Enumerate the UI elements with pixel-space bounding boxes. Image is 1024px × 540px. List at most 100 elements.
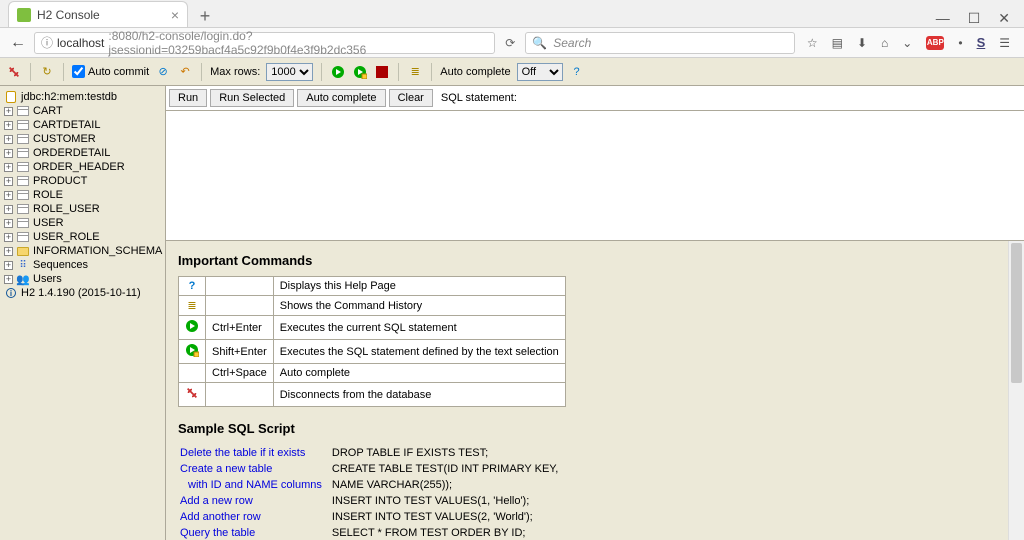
run-selected-button[interactable]: Run Selected bbox=[210, 89, 294, 107]
menu-icon[interactable]: ☰ bbox=[999, 36, 1010, 50]
sequences-icon: ⠿ bbox=[16, 259, 30, 271]
scrollbar[interactable] bbox=[1008, 241, 1024, 540]
table-icon bbox=[17, 190, 29, 200]
auto-complete-button[interactable]: Auto complete bbox=[297, 89, 385, 107]
expand-icon[interactable]: + bbox=[4, 121, 13, 130]
browser-tab-strip: H2 Console × + — ☐ ✕ bbox=[0, 0, 1024, 28]
minimize-icon[interactable]: — bbox=[936, 10, 950, 27]
auto-commit-checkbox[interactable]: Auto commit bbox=[72, 65, 149, 78]
command-row: Ctrl+SpaceAuto complete bbox=[179, 364, 566, 383]
tree-table[interactable]: +CUSTOMER bbox=[2, 132, 163, 146]
auto-complete-select[interactable]: Off bbox=[517, 63, 563, 81]
tree-table[interactable]: +USER bbox=[2, 216, 163, 230]
scrollbar-thumb[interactable] bbox=[1011, 243, 1022, 383]
separator bbox=[30, 63, 31, 81]
expand-icon[interactable]: + bbox=[4, 219, 13, 228]
users-icon: 👥 bbox=[16, 273, 30, 285]
tree-table[interactable]: +PRODUCT bbox=[2, 174, 163, 188]
run-selected-icon[interactable] bbox=[352, 64, 368, 80]
tree-version-label: H2 1.4.190 (2015-10-11) bbox=[21, 287, 141, 299]
tree-table[interactable]: +USER_ROLE bbox=[2, 230, 163, 244]
refresh-icon[interactable]: ↻ bbox=[39, 64, 55, 80]
back-button[interactable]: ← bbox=[6, 31, 30, 55]
stop-icon[interactable] bbox=[374, 64, 390, 80]
expand-icon[interactable]: + bbox=[4, 163, 13, 172]
sample-link[interactable]: Add another row bbox=[180, 511, 261, 523]
pocket-icon[interactable]: ⌄ bbox=[902, 36, 912, 50]
library-icon[interactable]: ▤ bbox=[832, 36, 843, 50]
tree-version[interactable]: i H2 1.4.190 (2015-10-11) bbox=[2, 286, 163, 300]
run-button[interactable]: Run bbox=[169, 89, 207, 107]
url-bar[interactable]: ⓘ localhost:8080/h2-console/login.do?jse… bbox=[34, 32, 495, 54]
tree-table[interactable]: +ORDER_HEADER bbox=[2, 160, 163, 174]
browser-search[interactable]: 🔍 Search bbox=[525, 32, 795, 54]
tree-sequences[interactable]: + ⠿ Sequences bbox=[2, 258, 163, 272]
tree-table[interactable]: +CART bbox=[2, 104, 163, 118]
sample-link[interactable]: Delete the table if it exists bbox=[180, 447, 305, 459]
sample-link[interactable]: Add a new row bbox=[180, 495, 253, 507]
browser-toolbar-icons: ☆ ▤ ⬇ ⌂ ⌄ ABP • S ☰ bbox=[799, 35, 1018, 50]
expand-icon[interactable]: + bbox=[4, 261, 13, 270]
command-icon[interactable]: ≣ bbox=[179, 296, 206, 316]
tree-table[interactable]: + ORDERDETAIL bbox=[2, 146, 163, 160]
download-icon[interactable]: ⬇ bbox=[857, 36, 867, 50]
disconnect-icon[interactable] bbox=[6, 64, 22, 80]
sample-row: with ID and NAME columns NAME VARCHAR(25… bbox=[180, 478, 568, 492]
home-icon[interactable]: ⌂ bbox=[881, 36, 888, 50]
expand-icon[interactable]: + bbox=[4, 177, 13, 186]
table-icon bbox=[17, 218, 29, 228]
help-icon[interactable]: ? bbox=[569, 64, 585, 80]
command-icon[interactable] bbox=[179, 364, 206, 383]
tree-table[interactable]: +ROLE bbox=[2, 188, 163, 202]
tree-schema[interactable]: + INFORMATION_SCHEMA bbox=[2, 244, 163, 258]
dot-icon[interactable]: • bbox=[958, 36, 962, 50]
tree-users[interactable]: + 👥 Users bbox=[2, 272, 163, 286]
command-row: Ctrl+EnterExecutes the current SQL state… bbox=[179, 316, 566, 340]
expand-icon[interactable]: + bbox=[4, 107, 13, 116]
bookmark-icon[interactable]: ☆ bbox=[807, 36, 818, 50]
sql-editor[interactable] bbox=[166, 111, 1024, 241]
commands-table: ?Displays this Help Page≣Shows the Comma… bbox=[178, 276, 566, 407]
expand-icon[interactable]: + bbox=[4, 247, 13, 256]
table-icon bbox=[17, 204, 29, 214]
info-icon[interactable]: ⓘ bbox=[41, 34, 53, 51]
expand-icon[interactable]: + bbox=[4, 191, 13, 200]
refresh-button[interactable]: ⟳ bbox=[499, 36, 521, 50]
commit-icon[interactable]: ⊘ bbox=[155, 64, 171, 80]
command-icon[interactable] bbox=[179, 316, 206, 340]
close-window-icon[interactable]: ✕ bbox=[998, 10, 1010, 27]
abp-icon[interactable]: ABP bbox=[926, 36, 944, 50]
clear-button[interactable]: Clear bbox=[389, 89, 433, 107]
sample-row: Delete the table if it existsDROP TABLE … bbox=[180, 446, 568, 460]
tree-schema-label: INFORMATION_SCHEMA bbox=[33, 245, 162, 257]
tab-title: H2 Console bbox=[37, 8, 100, 22]
run-icon[interactable] bbox=[330, 64, 346, 80]
browser-tab[interactable]: H2 Console × bbox=[8, 1, 188, 27]
command-icon[interactable]: ? bbox=[179, 277, 206, 296]
s-extension-icon[interactable]: S bbox=[977, 35, 986, 50]
maximize-icon[interactable]: ☐ bbox=[968, 10, 981, 27]
tree-table[interactable]: +ROLE_USER bbox=[2, 202, 163, 216]
sample-link[interactable]: Query the table bbox=[180, 527, 255, 539]
history-icon[interactable]: ≣ bbox=[407, 64, 423, 80]
sample-link[interactable]: Create a new table bbox=[180, 463, 272, 475]
command-icon[interactable] bbox=[179, 340, 206, 364]
expand-icon[interactable]: + bbox=[4, 135, 13, 144]
auto-commit-input[interactable] bbox=[72, 65, 85, 78]
folder-icon bbox=[17, 247, 29, 256]
close-icon[interactable]: × bbox=[171, 7, 179, 23]
expand-icon[interactable]: + bbox=[4, 149, 13, 158]
tree-table-label: ORDERDETAIL bbox=[33, 147, 110, 159]
sample-table: Delete the table if it existsDROP TABLE … bbox=[178, 444, 570, 540]
tree-table[interactable]: +CARTDETAIL bbox=[2, 118, 163, 132]
expand-icon[interactable]: + bbox=[4, 275, 13, 284]
tree-db[interactable]: jdbc:h2:mem:testdb bbox=[2, 90, 163, 104]
max-rows-select[interactable]: 1000 bbox=[266, 63, 313, 81]
rollback-icon[interactable]: ↶ bbox=[177, 64, 193, 80]
expand-icon[interactable]: + bbox=[4, 205, 13, 214]
expand-icon[interactable]: + bbox=[4, 233, 13, 242]
new-tab-button[interactable]: + bbox=[194, 5, 216, 27]
sample-link[interactable]: with ID and NAME columns bbox=[180, 479, 322, 491]
command-icon[interactable] bbox=[179, 383, 206, 407]
table-icon bbox=[17, 232, 29, 242]
